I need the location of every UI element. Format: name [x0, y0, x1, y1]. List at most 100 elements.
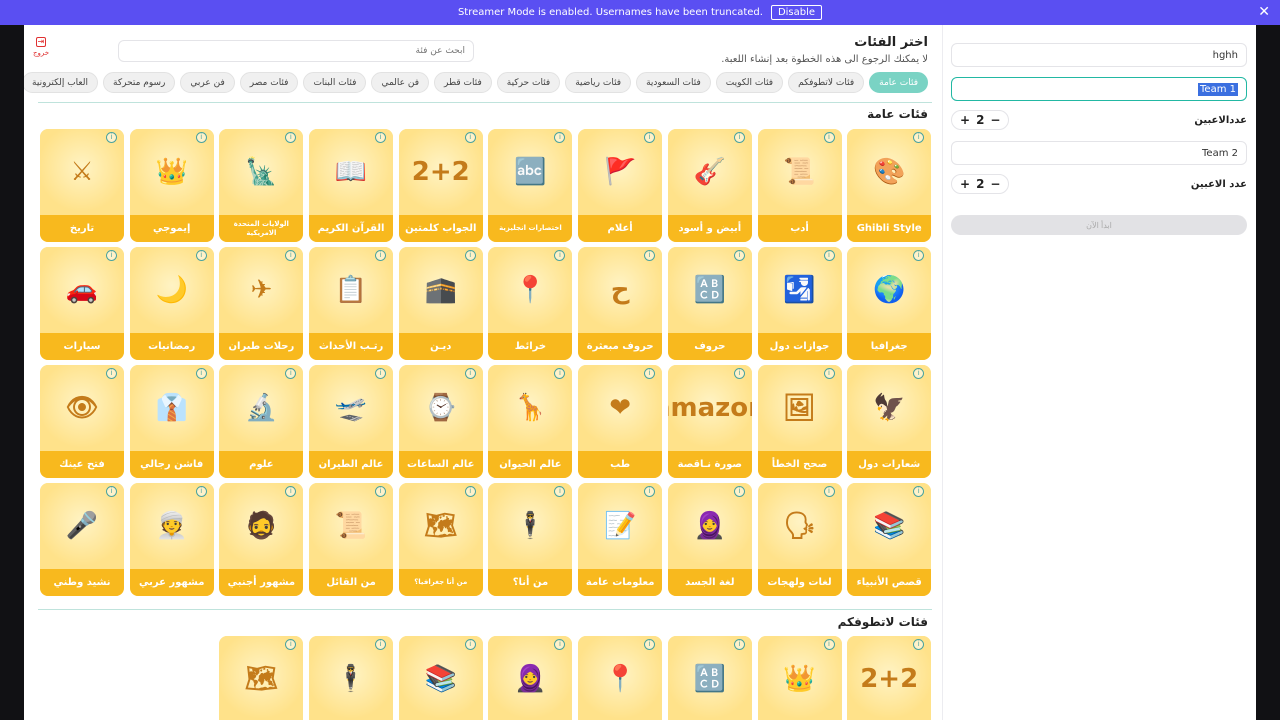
- username-field[interactable]: hghh: [951, 43, 1247, 67]
- category-tab[interactable]: فئات رياضية: [565, 72, 632, 93]
- category-card[interactable]: 👑 i إيموجي: [129, 129, 214, 242]
- category-tab[interactable]: فن عالمي: [371, 72, 430, 93]
- close-icon[interactable]: ✕: [1258, 4, 1270, 20]
- info-icon[interactable]: i: [375, 132, 387, 143]
- info-icon[interactable]: i: [464, 486, 476, 497]
- category-tab[interactable]: فئات الكويت: [715, 72, 784, 93]
- category-card[interactable]: 👁 i فتح عينك: [40, 365, 124, 478]
- category-card[interactable]: 🗣 i لغات ولهجات: [757, 483, 842, 596]
- info-icon[interactable]: i: [195, 486, 207, 497]
- category-tab[interactable]: فئات عامة: [869, 72, 928, 93]
- disable-streamer-mode-button[interactable]: Disable: [770, 5, 823, 20]
- info-icon[interactable]: i: [195, 368, 207, 379]
- info-icon[interactable]: i: [375, 368, 387, 379]
- info-icon[interactable]: i: [106, 486, 117, 497]
- category-card[interactable]: 🧔 i مشهور أجنبي: [219, 483, 304, 596]
- start-game-button[interactable]: ابدأ الآن: [951, 215, 1247, 235]
- plus-icon[interactable]: +: [960, 113, 970, 127]
- category-card[interactable]: 🌍 i جغرافيا: [847, 247, 932, 360]
- category-card[interactable]: 🦅 i شعارات دول: [847, 365, 932, 478]
- info-icon[interactable]: i: [823, 250, 835, 261]
- category-card[interactable]: 🧕 i لغة الجسد: [667, 483, 752, 596]
- info-icon[interactable]: i: [195, 250, 207, 261]
- category-card[interactable]: 2+2 i: [847, 636, 932, 720]
- category-search-input[interactable]: [118, 40, 474, 62]
- category-card[interactable]: 🛫 i عالم الطيران: [309, 365, 394, 478]
- category-card[interactable]: 🗺 i: [219, 636, 304, 720]
- category-card[interactable]: 📜 i من القائل: [309, 483, 394, 596]
- category-card[interactable]: 🗽 i الولايات المتحدة الامريكية: [219, 129, 304, 242]
- category-card[interactable]: ⌚ i عالم الساعات: [398, 365, 483, 478]
- info-icon[interactable]: i: [733, 486, 745, 497]
- category-card[interactable]: 🔤 i اختصارات انجليزية: [488, 129, 573, 242]
- category-card[interactable]: 🔠 i: [667, 636, 752, 720]
- team1-name-field[interactable]: Team 1: [951, 77, 1247, 101]
- info-icon[interactable]: i: [733, 368, 745, 379]
- category-tab[interactable]: رسوم متحركة: [103, 72, 176, 93]
- category-card[interactable]: 🔬 i علوم: [219, 365, 304, 478]
- category-card[interactable]: 🦒 i عالم الحيوان: [488, 365, 573, 478]
- info-icon[interactable]: i: [106, 132, 117, 143]
- info-icon[interactable]: i: [823, 368, 835, 379]
- category-tab[interactable]: فئات البنات: [303, 72, 367, 93]
- category-card[interactable]: 🕴 i: [309, 636, 394, 720]
- category-card[interactable]: 🖼 i صحح الخطأ: [757, 365, 842, 478]
- info-icon[interactable]: i: [375, 250, 387, 261]
- info-icon[interactable]: i: [823, 486, 835, 497]
- category-card[interactable]: 👔 i فاشن رجالي: [129, 365, 214, 478]
- info-icon[interactable]: i: [733, 132, 745, 143]
- category-card[interactable]: 🎤 i نشيد وطني: [40, 483, 124, 596]
- category-card[interactable]: ح i حروف مبعثرة: [578, 247, 663, 360]
- category-card[interactable]: 📍 i خرائط: [488, 247, 573, 360]
- info-icon[interactable]: i: [823, 639, 835, 650]
- category-card[interactable]: 📜 i أدب: [757, 129, 842, 242]
- category-card[interactable]: amazon i صورة نـاقصة: [667, 365, 752, 478]
- minus-icon[interactable]: −: [990, 177, 1000, 191]
- info-icon[interactable]: i: [464, 132, 476, 143]
- category-card[interactable]: 🎨 i Ghibli Style: [847, 129, 932, 242]
- info-icon[interactable]: i: [733, 250, 745, 261]
- category-tab[interactable]: فئات لاتطوفكم: [788, 72, 865, 93]
- category-card[interactable]: 🕋 i ديـن: [398, 247, 483, 360]
- info-icon[interactable]: i: [106, 368, 117, 379]
- info-icon[interactable]: i: [464, 368, 476, 379]
- info-icon[interactable]: i: [375, 486, 387, 497]
- info-icon[interactable]: i: [195, 132, 207, 143]
- category-card[interactable]: 2+2 i الجواب كلمتين: [398, 129, 483, 242]
- info-icon[interactable]: i: [464, 639, 476, 650]
- category-tab[interactable]: فئات مصر: [239, 72, 299, 93]
- category-tab[interactable]: العاب إلكترونية: [24, 72, 98, 93]
- category-card[interactable]: 🌙 i رمضانيات: [129, 247, 214, 360]
- info-icon[interactable]: i: [375, 639, 387, 650]
- category-card[interactable]: 🕴 i من أنا؟: [488, 483, 573, 596]
- info-icon[interactable]: i: [733, 639, 745, 650]
- category-card[interactable]: ✈ i رحلات طيران: [219, 247, 304, 360]
- info-icon[interactable]: i: [106, 250, 117, 261]
- category-card[interactable]: 🚗 i سيارات: [40, 247, 124, 360]
- category-card[interactable]: 🗺 i من أنا جغرافيا؟: [398, 483, 483, 596]
- category-card[interactable]: 📍 i: [578, 636, 663, 720]
- plus-icon[interactable]: +: [960, 177, 970, 191]
- category-card[interactable]: 🚩 i أعلام: [578, 129, 663, 242]
- category-card[interactable]: 🧕 i: [488, 636, 573, 720]
- category-card[interactable]: ⚔ i تاريخ: [40, 129, 124, 242]
- info-icon[interactable]: i: [823, 132, 835, 143]
- category-card[interactable]: 🔠 i حروف: [667, 247, 752, 360]
- category-tab[interactable]: فئات حركية: [496, 72, 561, 93]
- category-card[interactable]: 🎸 i أبيض و أسود: [667, 129, 752, 242]
- logout-button[interactable]: ⇥ خروج: [30, 37, 52, 57]
- category-card[interactable]: 👑 i: [757, 636, 842, 720]
- category-tab[interactable]: فئات السعودية: [636, 72, 711, 93]
- category-card[interactable]: 📝 i معلومات عامة: [578, 483, 663, 596]
- category-card[interactable]: 🛂 i جوازات دول: [757, 247, 842, 360]
- category-card[interactable]: 📚 i قصص الأنبياء: [847, 483, 932, 596]
- category-tab[interactable]: فن عربي: [180, 72, 235, 93]
- category-tab[interactable]: فئات قطر: [434, 72, 492, 93]
- category-card[interactable]: ❤ i طب: [578, 365, 663, 478]
- category-card[interactable]: 📖 i القرآن الكريم: [309, 129, 394, 242]
- team2-name-field[interactable]: Team 2: [951, 141, 1247, 165]
- minus-icon[interactable]: −: [990, 113, 1000, 127]
- info-icon[interactable]: i: [464, 250, 476, 261]
- category-card[interactable]: 📋 i رتـب الأحداث: [309, 247, 394, 360]
- category-card[interactable]: 📚 i: [398, 636, 483, 720]
